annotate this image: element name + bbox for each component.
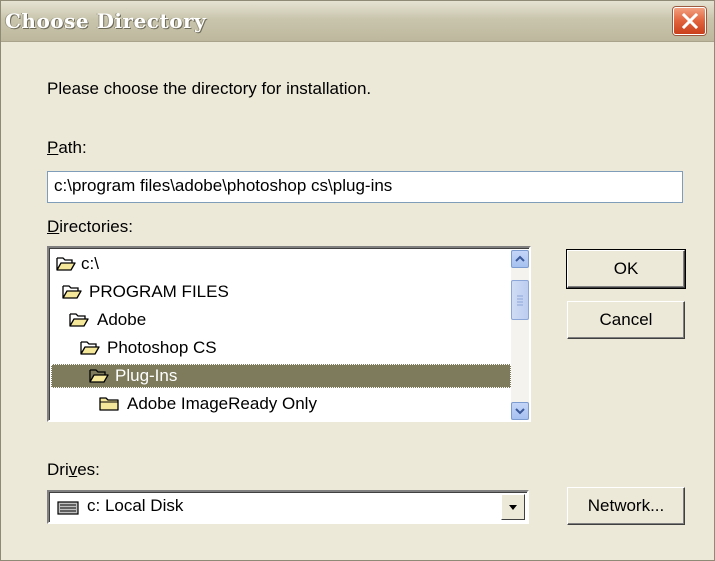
directory-item[interactable]: c:\ — [51, 252, 511, 276]
scroll-up-button[interactable] — [511, 250, 529, 268]
close-icon — [681, 13, 699, 29]
scroll-down-button[interactable] — [511, 402, 529, 420]
title-bar[interactable]: Choose Directory — [1, 1, 714, 42]
directory-item-selected[interactable]: Plug-Ins — [51, 364, 511, 388]
chevron-down-icon — [515, 408, 525, 415]
grip-icon — [517, 295, 523, 306]
path-label: Path: — [47, 138, 87, 157]
closed-folder-icon — [99, 397, 119, 411]
choose-directory-dialog: Choose Directory Please choose the direc… — [0, 0, 715, 561]
open-folder-icon — [89, 369, 109, 383]
drives-label: Drives: — [47, 460, 100, 479]
directory-item[interactable]: Adobe ImageReady Only — [51, 392, 511, 416]
directory-item[interactable]: Adobe — [51, 308, 511, 332]
instructions-text: Please choose the directory for installa… — [47, 79, 372, 98]
chevron-up-icon — [515, 255, 525, 262]
path-input[interactable]: c:\program files\adobe\photoshop cs\plug… — [47, 171, 683, 203]
open-folder-icon — [56, 257, 76, 271]
window-title: Choose Directory — [5, 9, 207, 33]
drive-icon — [57, 501, 79, 515]
cancel-button[interactable]: Cancel — [567, 301, 685, 339]
directory-item[interactable]: Photoshop CS — [51, 336, 511, 360]
open-folder-icon — [80, 341, 100, 355]
directories-label: Directories: — [47, 217, 133, 236]
open-folder-icon — [69, 313, 89, 327]
chevron-down-icon — [509, 505, 517, 510]
open-folder-icon — [62, 285, 82, 299]
scroll-thumb[interactable] — [511, 280, 529, 320]
drives-dropdown-button[interactable] — [501, 494, 525, 520]
network-button[interactable]: Network... — [567, 487, 685, 525]
directory-item[interactable]: PROGRAM FILES — [51, 280, 511, 304]
drives-select[interactable]: c: Local Disk — [47, 490, 529, 524]
directories-scrollbar[interactable] — [511, 250, 529, 420]
drives-selected-value: c: Local Disk — [87, 496, 184, 515]
close-button[interactable] — [673, 7, 706, 35]
ok-button[interactable]: OK — [566, 249, 686, 289]
directories-list[interactable]: c:\ PROGRAM FILES Adobe Photoshop CS Plu… — [47, 246, 531, 422]
